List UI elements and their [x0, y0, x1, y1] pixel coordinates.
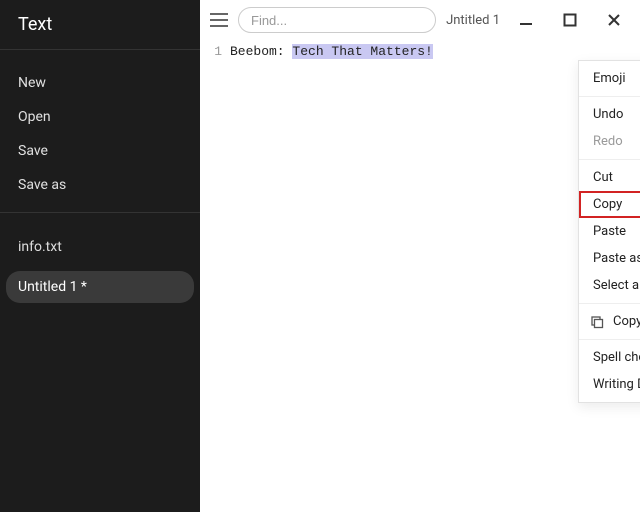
ctx-item-select-all[interactable]: Select all Ctrl+A — [579, 272, 640, 299]
ctx-item-paste[interactable]: Paste Ctrl+V — [579, 218, 640, 245]
line-gutter: 1 — [200, 40, 228, 512]
close-button[interactable] — [596, 2, 632, 38]
document-tab-title: Jntitled 1 — [446, 13, 500, 28]
context-menu: Emoji Undo Ctrl+Z Redo Ctrl+Shift+Z Cut … — [578, 60, 640, 403]
sidebar-item-save-as[interactable]: Save as — [0, 168, 200, 202]
file-item-info[interactable]: info.txt — [6, 231, 194, 263]
ctx-item-cut[interactable]: Cut Ctrl+X — [579, 164, 640, 191]
menu-separator — [579, 96, 640, 97]
close-icon — [606, 12, 622, 28]
text-prefix: Beebom: — [230, 44, 292, 59]
maximize-icon — [562, 12, 578, 28]
sidebar-item-save[interactable]: Save — [0, 134, 200, 168]
copy-icon — [589, 315, 605, 329]
topbar: Jntitled 1 — [200, 0, 640, 40]
sidebar: Text New Open Save Save as info.txt Unti… — [0, 0, 200, 512]
ctx-item-paste-plain[interactable]: Paste as plain text Ctrl+Shift+V — [579, 245, 640, 272]
minimize-icon — [518, 12, 534, 28]
editor-area[interactable]: 1 Beebom: Tech That Matters! — [200, 40, 640, 512]
file-list: info.txt Untitled 1 * — [0, 213, 200, 311]
ctx-item-emoji[interactable]: Emoji — [579, 65, 640, 92]
ctx-item-undo[interactable]: Undo Ctrl+Z — [579, 101, 640, 128]
search-input[interactable] — [238, 7, 436, 33]
menu-separator — [579, 339, 640, 340]
text-selection[interactable]: Tech That Matters! — [292, 44, 432, 59]
minimize-button[interactable] — [508, 2, 544, 38]
ctx-item-copy[interactable]: Copy Ctrl+C — [579, 191, 640, 218]
main-area: Jntitled 1 1 Beebom: Tech That Matters! … — [200, 0, 640, 512]
ctx-item-spell-check[interactable]: Spell check ▸ — [579, 344, 640, 371]
app-title: Text — [0, 0, 200, 50]
editor-line[interactable]: Beebom: Tech That Matters! — [230, 44, 640, 59]
sidebar-item-new[interactable]: New — [0, 66, 200, 100]
maximize-button[interactable] — [552, 2, 588, 38]
line-number: 1 — [200, 44, 222, 59]
menu-separator — [579, 159, 640, 160]
file-item-untitled[interactable]: Untitled 1 * — [6, 271, 194, 303]
sidebar-menu: New Open Save Save as — [0, 50, 200, 213]
ctx-item-redo[interactable]: Redo Ctrl+Shift+Z — [579, 128, 640, 155]
menu-icon[interactable] — [208, 9, 230, 31]
ctx-item-writing-direction[interactable]: Writing Direction ▸ — [579, 371, 640, 398]
menu-separator — [579, 303, 640, 304]
ctx-item-copy-device[interactable]: Copy to your device ▸ — [579, 308, 640, 335]
sidebar-item-open[interactable]: Open — [0, 100, 200, 134]
